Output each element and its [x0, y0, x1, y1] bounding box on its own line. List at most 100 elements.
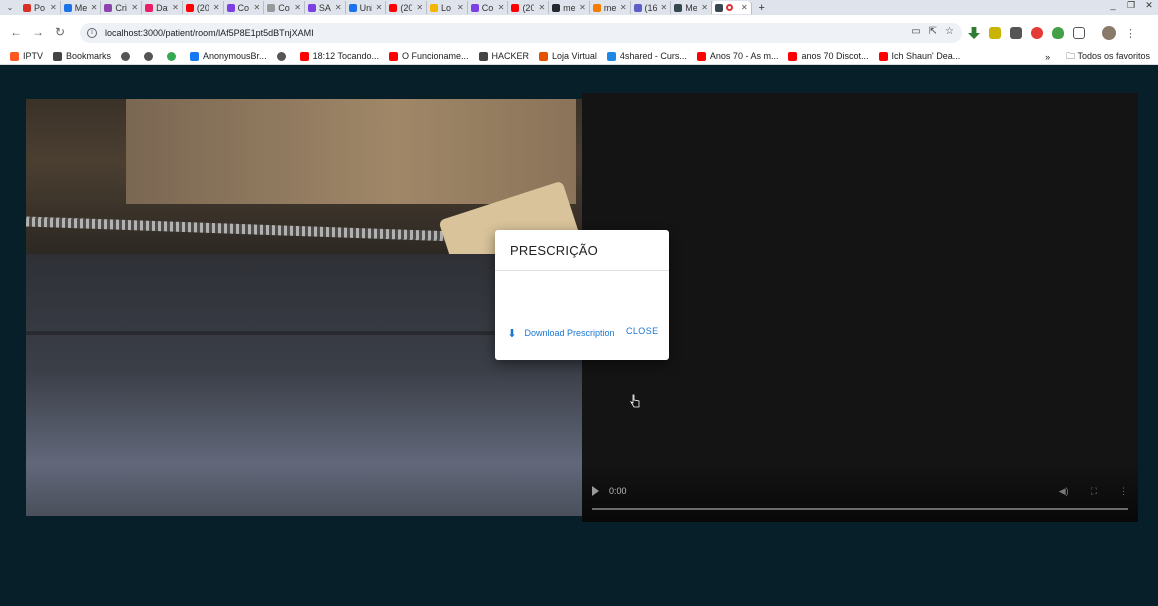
bookmark-item[interactable]: Loja Virtual [539, 51, 597, 61]
bookmark-star-icon[interactable]: ☆ [945, 26, 954, 37]
fullscreen-icon[interactable]: ⛶ [1091, 486, 1097, 497]
tab[interactable]: (16 ✕ [631, 1, 672, 14]
tab-close-icon[interactable]: ✕ [376, 3, 383, 12]
play-icon[interactable] [592, 486, 599, 496]
close-window-icon[interactable]: ✕ [1140, 0, 1158, 15]
tab[interactable]: Co ✕ [224, 1, 265, 14]
puzzle-icon[interactable] [1073, 27, 1085, 39]
tab-close-icon[interactable]: ✕ [335, 3, 342, 12]
tab-close-icon[interactable]: ✕ [50, 3, 57, 12]
bookmark-item[interactable]: 18:12 Tocando... [299, 51, 379, 61]
tab-close-icon[interactable]: ✕ [416, 3, 423, 12]
tab[interactable]: (20 ✕ [183, 1, 224, 14]
bookmark-item[interactable]: anos 70 Discot... [788, 51, 869, 61]
bookmark-favicon [539, 51, 549, 61]
bookmark-item[interactable]: IPTV [10, 51, 43, 61]
bookmark-item[interactable]: Bookmarks [53, 51, 111, 61]
bookmark-item[interactable]: Anos 70 - As m... [696, 51, 778, 61]
download-icon: ⬇ [507, 327, 517, 340]
bookmark-item[interactable]: 4shared - Curs... [606, 51, 687, 61]
tab-search-icon[interactable]: ⌄ [0, 3, 20, 12]
close-button[interactable]: CLOSE [626, 326, 659, 336]
minimize-icon[interactable]: _ [1104, 0, 1122, 15]
download-prescription-button[interactable]: ⬇ Download Prescription [503, 316, 621, 350]
tab-close-icon[interactable]: ✕ [498, 3, 505, 12]
tab[interactable]: (20 ✕ [386, 1, 428, 14]
tab-title: (20 [522, 2, 535, 13]
tab-title: Lo [441, 2, 452, 13]
tab-title: Me [685, 2, 698, 13]
tab-favicon [511, 3, 520, 12]
bookmarks-overflow-icon[interactable]: » [1045, 52, 1050, 62]
tab-close-icon[interactable]: ✕ [457, 3, 464, 12]
tab-title: Cri [115, 2, 127, 13]
bookmark-item[interactable] [144, 51, 157, 61]
tab-close-icon[interactable]: ✕ [538, 3, 545, 12]
reload-icon[interactable]: ↻ [49, 25, 71, 39]
tab-favicon [23, 3, 31, 12]
tab-close-icon[interactable]: ✕ [620, 3, 627, 12]
tab[interactable]: (20 ✕ [508, 1, 550, 14]
tab[interactable]: me ✕ [549, 1, 590, 14]
bookmark-item[interactable] [121, 51, 134, 61]
forward-icon[interactable]: → [27, 25, 49, 39]
all-bookmarks-folder[interactable]: 🗀 Todos os favoritos [1066, 49, 1150, 65]
tab-close-icon[interactable]: ✕ [701, 3, 708, 12]
new-tab-button[interactable]: + [752, 2, 772, 14]
tab[interactable]: Dat ✕ [142, 1, 183, 14]
download-extension-icon[interactable] [968, 27, 980, 39]
open-in-app-icon[interactable]: ⇱ [929, 26, 937, 37]
tab[interactable]: Po ✕ [20, 1, 61, 14]
bookmark-item[interactable]: AnonymousBr... [190, 51, 267, 61]
tab-close-icon[interactable]: ✕ [91, 3, 98, 12]
bookmark-favicon [276, 51, 286, 61]
tab-favicon [226, 3, 235, 12]
tab[interactable]: Me ✕ [61, 1, 102, 14]
more-options-icon[interactable]: ⋮ [1119, 486, 1128, 497]
tab[interactable]: me ✕ [590, 1, 631, 14]
tab[interactable]: SA ✕ [305, 1, 346, 14]
site-info-icon[interactable]: i [87, 28, 97, 38]
shield-icon[interactable] [1052, 27, 1064, 39]
video-progress-bar[interactable] [592, 508, 1128, 510]
bookmark-favicon [788, 51, 798, 61]
tab-favicon [185, 3, 194, 12]
tab-title: Me [74, 2, 87, 13]
tab-close-icon[interactable]: ✕ [741, 3, 748, 12]
bookmark-favicon [190, 51, 200, 61]
extension-camera-icon[interactable] [1010, 27, 1022, 39]
menu-icon[interactable]: ⋮ [1125, 27, 1136, 40]
bookmark-favicon [144, 51, 154, 61]
bookmark-item[interactable] [276, 51, 290, 61]
camera-icon[interactable]: ▭ [911, 26, 920, 37]
restore-icon[interactable]: ❐ [1122, 0, 1140, 15]
tab-favicon [674, 3, 683, 12]
tab[interactable]: Me ✕ [671, 1, 712, 14]
bookmark-item[interactable]: O Funcioname... [388, 51, 469, 61]
tab-close-icon[interactable]: ✕ [661, 3, 668, 12]
bookmark-label: Ich Shaun' Dea... [891, 51, 961, 61]
tab-favicon [430, 3, 439, 12]
tab-close-icon[interactable]: ✕ [254, 3, 261, 12]
volume-icon[interactable]: ◀) [1059, 486, 1069, 497]
bookmark-item[interactable]: HACKER [478, 51, 529, 61]
tab-close-icon[interactable]: ✕ [172, 3, 179, 12]
bookmark-item[interactable] [167, 51, 180, 61]
extension-yellow-icon[interactable] [989, 27, 1001, 39]
address-bar[interactable]: i localhost:3000/patient/room/lAf5P8E1pt… [80, 23, 962, 43]
tab[interactable]: Co ✕ [468, 1, 509, 14]
tab-close-icon[interactable]: ✕ [131, 3, 138, 12]
tab[interactable]: Co ✕ [264, 1, 305, 14]
back-icon[interactable]: ← [5, 25, 27, 39]
adblock-icon[interactable] [1031, 27, 1043, 39]
bookmark-item[interactable]: Ich Shaun' Dea... [878, 51, 961, 61]
tab[interactable]: Cri ✕ [101, 1, 143, 14]
tab[interactable]: Lo ✕ [427, 1, 468, 14]
tab-close-icon[interactable]: ✕ [213, 3, 220, 12]
mouse-cursor-icon [630, 394, 640, 408]
avatar[interactable] [1102, 26, 1116, 40]
tab-close-icon[interactable]: ✕ [294, 3, 301, 12]
tab[interactable]: Uni ✕ [346, 1, 387, 14]
tab-active[interactable]: ✕ [711, 1, 752, 14]
tab-close-icon[interactable]: ✕ [579, 3, 586, 12]
